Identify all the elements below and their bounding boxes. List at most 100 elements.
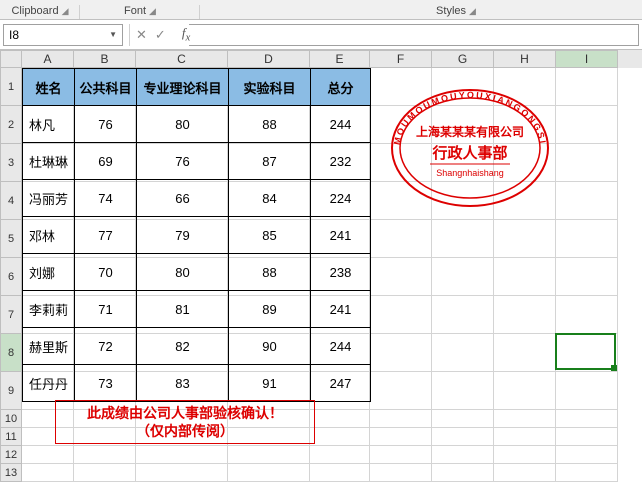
cell-I12[interactable]	[556, 446, 618, 464]
cell-I5[interactable]	[556, 220, 618, 258]
cell-I11[interactable]	[556, 428, 618, 446]
chevron-down-icon[interactable]: ▼	[109, 30, 117, 39]
column-header-H[interactable]: H	[494, 50, 556, 68]
cell-B13[interactable]	[74, 464, 136, 482]
cell-I9[interactable]	[556, 372, 618, 410]
cell-I7[interactable]	[556, 296, 618, 334]
scores-table: 姓名公共科目专业理论科目实验科目总分 林凡768088244杜琳琳6976872…	[22, 68, 371, 402]
cell-H3[interactable]	[494, 144, 556, 182]
cell-H6[interactable]	[494, 258, 556, 296]
cell-E10[interactable]	[310, 410, 370, 428]
cell-H5[interactable]	[494, 220, 556, 258]
cell-F5[interactable]	[370, 220, 432, 258]
cell-A12[interactable]	[22, 446, 74, 464]
cell-G6[interactable]	[432, 258, 494, 296]
row-header-7[interactable]: 7	[0, 296, 22, 334]
cell-H11[interactable]	[494, 428, 556, 446]
cell-G1[interactable]	[432, 68, 494, 106]
cell-F12[interactable]	[370, 446, 432, 464]
cell-G5[interactable]	[432, 220, 494, 258]
spreadsheet-grid[interactable]: ABCDEFGHI 12345678910111213 姓名公共科目专业理论科目…	[0, 50, 642, 500]
cell-A13[interactable]	[22, 464, 74, 482]
cell-H1[interactable]	[494, 68, 556, 106]
row-header-13[interactable]: 13	[0, 464, 22, 482]
row-header-3[interactable]: 3	[0, 144, 22, 182]
row-header-2[interactable]: 2	[0, 106, 22, 144]
column-header-F[interactable]: F	[370, 50, 432, 68]
cell-I2[interactable]	[556, 106, 618, 144]
cell-F8[interactable]	[370, 334, 432, 372]
cancel-icon[interactable]: ✕	[136, 27, 147, 43]
select-all-corner[interactable]	[0, 50, 22, 68]
table-cell: 83	[137, 365, 229, 402]
cell-G10[interactable]	[432, 410, 494, 428]
row-header-1[interactable]: 1	[0, 68, 22, 106]
name-box[interactable]: I8 ▼	[3, 24, 123, 46]
cell-H12[interactable]	[494, 446, 556, 464]
cell-F1[interactable]	[370, 68, 432, 106]
cell-G3[interactable]	[432, 144, 494, 182]
cell-F11[interactable]	[370, 428, 432, 446]
cell-F10[interactable]	[370, 410, 432, 428]
cell-G11[interactable]	[432, 428, 494, 446]
cell-F2[interactable]	[370, 106, 432, 144]
column-header-G[interactable]: G	[432, 50, 494, 68]
table-cell: 247	[311, 365, 371, 402]
cell-F4[interactable]	[370, 182, 432, 220]
cell-C13[interactable]	[136, 464, 228, 482]
cell-H8[interactable]	[494, 334, 556, 372]
cell-H10[interactable]	[494, 410, 556, 428]
column-header-D[interactable]: D	[228, 50, 310, 68]
row-header-11[interactable]: 11	[0, 428, 22, 446]
cell-F6[interactable]	[370, 258, 432, 296]
cell-G13[interactable]	[432, 464, 494, 482]
row-header-10[interactable]: 10	[0, 410, 22, 428]
table-cell: 244	[311, 106, 371, 143]
column-header-E[interactable]: E	[310, 50, 370, 68]
row-header-12[interactable]: 12	[0, 446, 22, 464]
column-header-A[interactable]: A	[22, 50, 74, 68]
cell-D13[interactable]	[228, 464, 310, 482]
cell-C12[interactable]	[136, 446, 228, 464]
row-header-5[interactable]: 5	[0, 220, 22, 258]
cell-I6[interactable]	[556, 258, 618, 296]
cell-I4[interactable]	[556, 182, 618, 220]
cell-H2[interactable]	[494, 106, 556, 144]
cell-G9[interactable]	[432, 372, 494, 410]
cell-F9[interactable]	[370, 372, 432, 410]
cell-D12[interactable]	[228, 446, 310, 464]
column-header-B[interactable]: B	[74, 50, 136, 68]
row-header-9[interactable]: 9	[0, 372, 22, 410]
cell-I10[interactable]	[556, 410, 618, 428]
cell-H7[interactable]	[494, 296, 556, 334]
cell-E13[interactable]	[310, 464, 370, 482]
cell-B12[interactable]	[74, 446, 136, 464]
cell-G12[interactable]	[432, 446, 494, 464]
cell-G4[interactable]	[432, 182, 494, 220]
column-header-C[interactable]: C	[136, 50, 228, 68]
cell-H9[interactable]	[494, 372, 556, 410]
cell-I13[interactable]	[556, 464, 618, 482]
cell-G8[interactable]	[432, 334, 494, 372]
cell-F3[interactable]	[370, 144, 432, 182]
row-header-6[interactable]: 6	[0, 258, 22, 296]
cell-E11[interactable]	[310, 428, 370, 446]
row-header-8[interactable]: 8	[0, 334, 22, 372]
table-cell: 76	[75, 106, 137, 143]
column-header-I[interactable]: I	[556, 50, 618, 68]
row-header-4[interactable]: 4	[0, 182, 22, 220]
cell-H13[interactable]	[494, 464, 556, 482]
table-cell: 241	[311, 217, 371, 254]
cell-G2[interactable]	[432, 106, 494, 144]
enter-icon[interactable]: ✓	[155, 27, 166, 43]
table-cell: 224	[311, 180, 371, 217]
cell-F13[interactable]	[370, 464, 432, 482]
cell-I8[interactable]	[556, 334, 618, 372]
cell-F7[interactable]	[370, 296, 432, 334]
cell-G7[interactable]	[432, 296, 494, 334]
formula-input[interactable]	[189, 24, 639, 46]
cell-H4[interactable]	[494, 182, 556, 220]
cell-E12[interactable]	[310, 446, 370, 464]
cell-I3[interactable]	[556, 144, 618, 182]
cell-I1[interactable]	[556, 68, 618, 106]
